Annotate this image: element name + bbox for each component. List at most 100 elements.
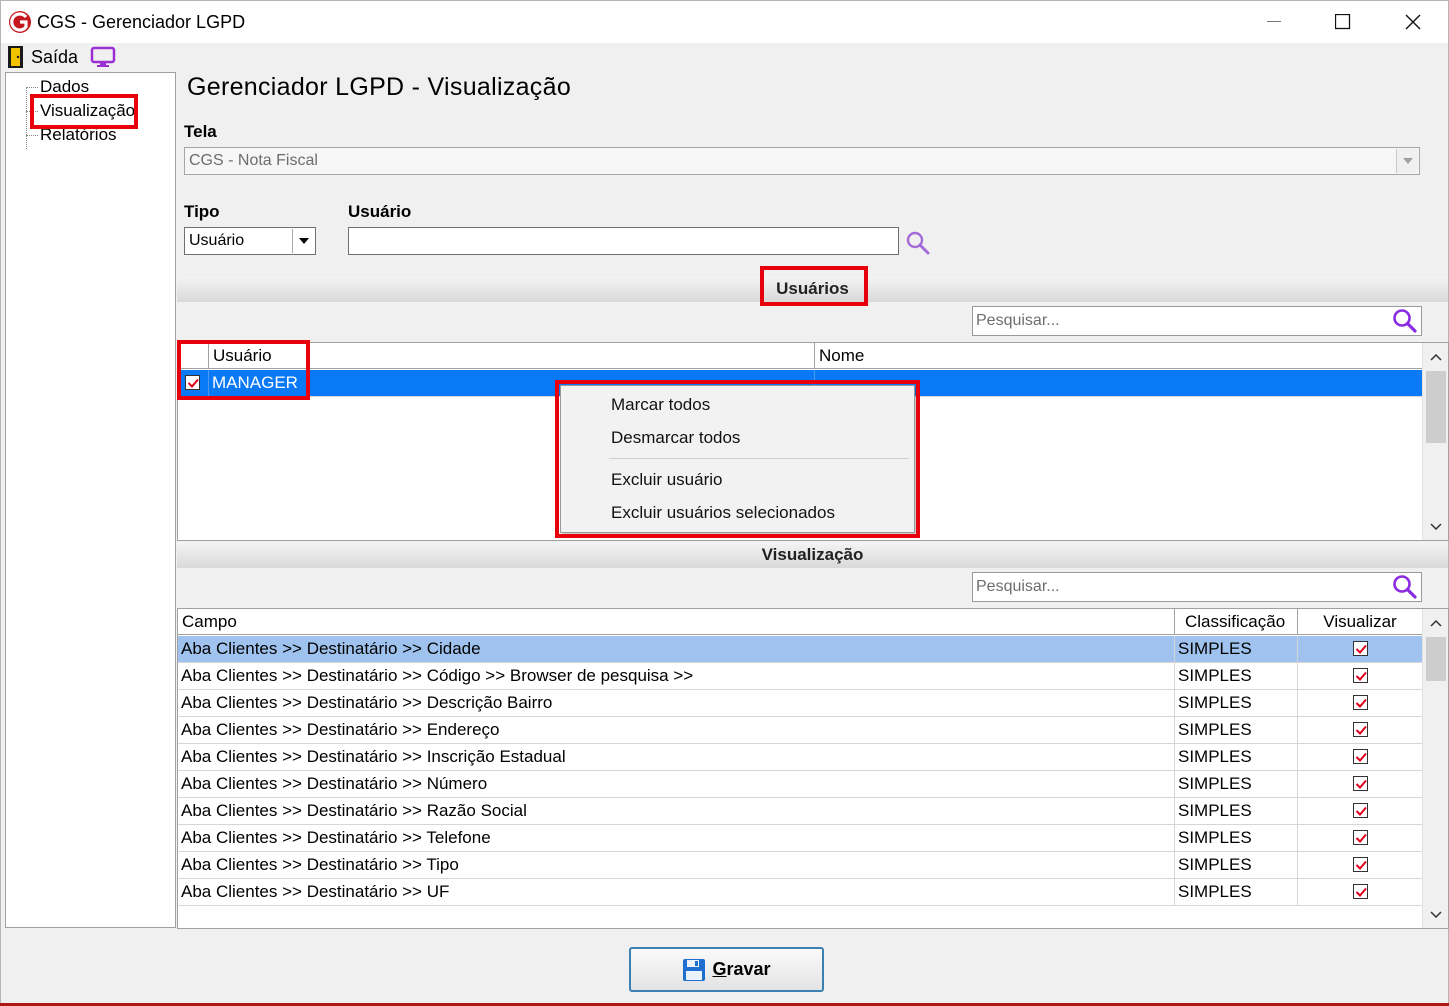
search-icon[interactable] [1391,308,1419,334]
close-button[interactable] [1378,1,1448,43]
classificacao-cell: SIMPLES [1175,744,1298,771]
checkmark-icon [1355,698,1367,708]
scroll-down-button[interactable] [1423,902,1448,926]
tela-dropdown-button[interactable] [1396,149,1418,173]
highlight-box [555,380,920,538]
monitor-icon[interactable] [89,46,117,68]
usuario-input[interactable] [348,227,899,255]
visualizacao-grid: Campo Classificação Visualizar Aba Clien… [177,608,1449,929]
visualizacao-grid-header: Campo Classificação Visualizar [178,609,1423,635]
column-header-nome[interactable]: Nome [815,343,1423,369]
tipo-select[interactable]: Usuário [184,227,316,255]
classificacao-cell: SIMPLES [1175,771,1298,798]
checkmark-icon [1355,725,1367,735]
maximize-icon [1335,14,1351,30]
visualizacao-search-input[interactable]: Pesquisar... [972,572,1422,602]
checkmark-icon [1355,644,1367,654]
visualizar-cell[interactable] [1298,744,1423,771]
classificacao-cell: SIMPLES [1175,690,1298,717]
visualizar-cell[interactable] [1298,798,1423,825]
column-header-campo[interactable]: Campo [178,609,1175,635]
scroll-thumb[interactable] [1426,371,1446,443]
scroll-up-button[interactable] [1423,611,1448,635]
classificacao-cell: SIMPLES [1175,636,1298,663]
visualizar-checkbox[interactable] [1353,857,1368,872]
usuario-label: Usuário [348,202,412,221]
tree-connector [26,135,38,136]
tree-connector [26,87,27,149]
scroll-up-button[interactable] [1423,345,1448,369]
usuarios-grid-header: Usuário Nome [178,343,1423,369]
table-row[interactable]: Aba Clientes >> Destinatário >> UF SIMPLE… [178,879,1423,906]
exit-door-icon[interactable] [7,45,25,69]
chevron-up-icon [1430,619,1442,627]
usuario-search-icon[interactable] [903,229,933,257]
checkmark-icon [1355,833,1367,843]
chevron-up-icon [1430,353,1442,361]
table-row[interactable]: Aba Clientes >> Destinatário >> Telefone… [178,825,1423,852]
classificacao-cell: SIMPLES [1175,879,1298,906]
checkmark-icon [1355,779,1367,789]
campo-cell: Aba Clientes >> Destinatário >> Código >… [178,663,1175,690]
highlight-box [30,94,138,129]
save-button-label: Gravar [712,959,771,979]
scroll-thumb[interactable] [1426,637,1446,681]
search-icon[interactable] [1391,574,1419,600]
campo-cell: Aba Clientes >> Destinatário >> Descriçã… [178,690,1175,717]
visualizar-checkbox[interactable] [1353,749,1368,764]
visualizar-checkbox[interactable] [1353,776,1368,791]
visualizar-cell[interactable] [1298,663,1423,690]
visualizacao-scrollbar[interactable] [1422,609,1448,928]
minimize-icon [1267,21,1281,22]
page-title: Gerenciador LGPD - Visualização [187,73,572,101]
table-row[interactable]: Aba Clientes >> Destinatário >> Descriçã… [178,690,1423,717]
visualizar-checkbox[interactable] [1353,830,1368,845]
usuarios-search-input[interactable]: Pesquisar... [972,306,1422,336]
visualizar-cell[interactable] [1298,879,1423,906]
tela-select[interactable]: CGS - Nota Fiscal [184,147,1420,175]
maximize-button[interactable] [1308,1,1378,43]
visualizar-cell[interactable] [1298,690,1423,717]
visualizar-checkbox[interactable] [1353,884,1368,899]
campo-cell: Aba Clientes >> Destinatário >> Tipo [178,852,1175,879]
campo-cell: Aba Clientes >> Destinatário >> Inscriçã… [178,744,1175,771]
app-logo-icon [9,11,31,33]
chevron-down-icon [1430,910,1442,918]
visualizar-checkbox[interactable] [1353,803,1368,818]
checkmark-icon [1355,806,1367,816]
visualizar-cell[interactable] [1298,771,1423,798]
table-row[interactable]: Aba Clientes >> Destinatário >> Cidade SI… [178,636,1423,663]
app-window: CGS - Gerenciador LGPD Saída Dados Visua… [0,0,1449,1006]
save-button[interactable]: Gravar [629,947,824,992]
scroll-down-button[interactable] [1423,514,1448,538]
visualizar-checkbox[interactable] [1353,641,1368,656]
visualizar-checkbox[interactable] [1353,695,1368,710]
table-row[interactable]: Aba Clientes >> Destinatário >> Inscriçã… [178,744,1423,771]
campo-cell: Aba Clientes >> Destinatário >> Razão So… [178,798,1175,825]
visualizar-cell[interactable] [1298,852,1423,879]
usuarios-search-placeholder: Pesquisar... [976,312,1060,329]
column-header-classificacao[interactable]: Classificação [1175,609,1298,635]
column-header-visualizar[interactable]: Visualizar [1298,609,1423,635]
campo-cell: Aba Clientes >> Destinatário >> Cidade [178,636,1175,663]
tipo-label: Tipo [184,202,220,221]
minimize-button[interactable] [1239,1,1309,43]
tela-select-value: CGS - Nota Fiscal [189,152,318,169]
visualizar-cell[interactable] [1298,825,1423,852]
tipo-dropdown-button[interactable] [292,229,314,253]
classificacao-cell: SIMPLES [1175,852,1298,879]
tela-label: Tela [184,122,217,141]
usuarios-scrollbar[interactable] [1422,343,1448,540]
visualizar-cell[interactable] [1298,636,1423,663]
visualizar-cell[interactable] [1298,717,1423,744]
table-row[interactable]: Aba Clientes >> Destinatário >> Endereço… [178,717,1423,744]
table-row[interactable]: Aba Clientes >> Destinatário >> Tipo SIMP… [178,852,1423,879]
title-bar: CGS - Gerenciador LGPD [1,1,1448,43]
classificacao-cell: SIMPLES [1175,717,1298,744]
table-row[interactable]: Aba Clientes >> Destinatário >> Código >… [178,663,1423,690]
exit-menu-item[interactable]: Saída [31,47,78,68]
visualizar-checkbox[interactable] [1353,668,1368,683]
table-row[interactable]: Aba Clientes >> Destinatário >> Número SI… [178,771,1423,798]
table-row[interactable]: Aba Clientes >> Destinatário >> Razão So… [178,798,1423,825]
visualizar-checkbox[interactable] [1353,722,1368,737]
